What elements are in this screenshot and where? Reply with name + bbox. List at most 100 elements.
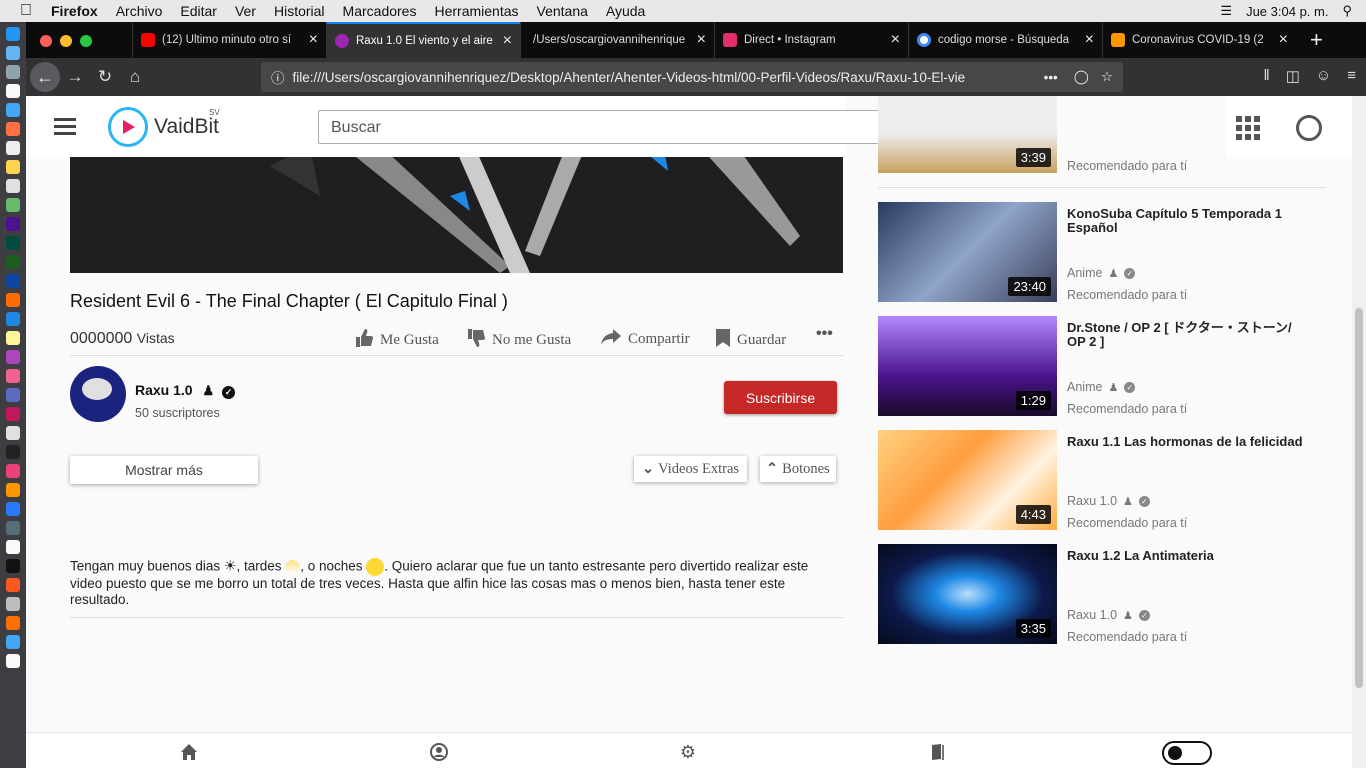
browser-tab[interactable]: (12) Último minuto otro sí × [132,22,326,58]
show-more-button[interactable]: Mostrar más [70,456,258,484]
subscribe-button[interactable]: Suscribirse [724,381,837,414]
dock-app-icon[interactable] [6,179,20,193]
zoom-window-button[interactable] [80,35,92,47]
menu-editar[interactable]: Editar [171,3,226,19]
dark-mode-toggle[interactable] [1162,741,1212,765]
channel-name[interactable]: Raxu 1.0 [1067,608,1117,622]
settings-gear-icon[interactable]: ⚙ [679,743,697,761]
browser-tab-active[interactable]: Raxu 1.0 El viento y el aire × [326,22,520,58]
forward-button[interactable]: → [60,67,90,87]
dock-app-icon[interactable] [6,540,20,554]
browser-tab[interactable]: Direct • Instagram × [714,22,908,58]
logo[interactable]: VaidBit SV [108,106,230,147]
new-tab-button[interactable]: + [1296,22,1337,58]
dock-app-icon[interactable] [6,312,20,326]
dock-app-icon[interactable] [6,84,20,98]
recommendation-item[interactable]: 3:35 Raxu 1.2 La Antimateria Raxu 1.0 ♟ … [878,544,1326,644]
dock-app-icon[interactable] [6,255,20,269]
library-icon[interactable]: ‖ [1264,67,1270,85]
home-icon[interactable] [180,743,198,761]
close-window-button[interactable] [40,35,52,47]
dock-app-icon[interactable] [6,407,20,421]
dock-app-icon[interactable] [6,388,20,402]
info-icon[interactable]: ⓘ [271,67,285,87]
video-title[interactable]: Raxu 1.2 La Antimateria [1067,549,1307,563]
recommendation-item[interactable]: 4:43 Raxu 1.1 Las hormonas de la felicid… [878,430,1326,530]
library-book-icon[interactable] [929,743,947,761]
dock-app-icon[interactable] [6,635,20,649]
browser-tab[interactable]: Coronavirus COVID-19 (2 × [1102,22,1296,58]
apps-grid-icon[interactable] [1236,116,1260,140]
dock-app-icon[interactable] [6,274,20,288]
apple-menu-icon[interactable]:  [0,2,42,20]
profile-icon[interactable] [430,743,448,761]
dock-app-icon[interactable] [6,559,20,573]
video-thumbnail[interactable]: 1:29 [878,316,1057,416]
menu-archivo[interactable]: Archivo [107,3,172,19]
dock-app-icon[interactable] [6,331,20,345]
channel-name[interactable]: Raxu 1.0 [135,382,193,398]
dock-app-icon[interactable] [6,198,20,212]
dock-app-icon[interactable] [6,293,20,307]
menu-ver[interactable]: Ver [226,3,265,19]
hamburger-menu-icon[interactable] [54,114,76,139]
menu-ventana[interactable]: Ventana [528,3,597,19]
video-title[interactable]: Dr.Stone / OP 2 [ ドクター・ストーン/ OP 2 ] [1067,321,1307,349]
dock-app-icon[interactable] [6,464,20,478]
url-bar[interactable]: ⓘ file:///Users/oscargiovannihenriquez/D… [261,62,1123,92]
dock-app-icon[interactable] [6,141,20,155]
dock-app-icon[interactable] [6,46,20,60]
home-button[interactable]: ⌂ [120,67,150,87]
video-title[interactable]: KonoSuba Capítulo 5 Temporada 1 Español [1067,207,1307,235]
close-tab-icon[interactable]: × [891,31,900,49]
video-thumbnail[interactable]: 3:39 [878,96,1057,173]
dock-app-icon[interactable] [6,103,20,117]
dock-app-icon[interactable] [6,502,20,516]
videos-extras-button[interactable]: ⌄ Videos Extras [634,456,748,482]
hamburger-menu-icon[interactable]: ≡ [1347,67,1356,85]
recommendation-item[interactable]: 23:40 KonoSuba Capítulo 5 Temporada 1 Es… [878,202,1326,302]
dock-app-icon[interactable] [6,217,20,231]
close-tab-icon[interactable]: × [1085,31,1094,49]
wifi-icon[interactable]: ☰ [1220,3,1232,19]
browser-tab[interactable]: codigo morse - Búsqueda × [908,22,1102,58]
browser-tab[interactable]: /Users/oscargiovannihenrique × [520,22,714,58]
dock-app-icon[interactable] [6,369,20,383]
dock-app-icon[interactable] [6,597,20,611]
dock-app-icon[interactable] [6,578,20,592]
app-menu[interactable]: Firefox [42,3,107,19]
minimize-window-button[interactable] [60,35,72,47]
clock[interactable]: Jue 3:04 p. m. [1246,4,1328,19]
dock-app-icon[interactable] [6,350,20,364]
user-account-icon[interactable] [1296,115,1322,141]
channel-name[interactable]: Anime [1067,380,1102,394]
save-button[interactable]: Guardar [715,328,786,353]
share-button[interactable]: Compartir [600,328,690,351]
scrollbar-thumb[interactable] [1355,308,1363,688]
video-thumbnail[interactable]: 3:35 [878,544,1057,644]
page-actions-icon[interactable]: ••• [1036,70,1066,85]
dock-app-icon[interactable] [6,483,20,497]
dislike-button[interactable]: No me Gusta [466,328,571,353]
account-icon[interactable]: ☺ [1316,67,1331,85]
menu-herramientas[interactable]: Herramientas [425,3,527,19]
dock-app-icon[interactable] [6,236,20,250]
menu-historial[interactable]: Historial [265,3,334,19]
channel-name[interactable]: Raxu 1.0 [1067,494,1117,508]
page-scrollbar[interactable] [1352,96,1366,768]
bookmark-star-icon[interactable]: ☆ [1097,69,1123,85]
dock-app-icon[interactable] [6,616,20,630]
dock-app-icon[interactable] [6,426,20,440]
channel-name[interactable]: Anime [1067,266,1102,280]
recommendation-item[interactable]: 1:29 Dr.Stone / OP 2 [ ドクター・ストーン/ OP 2 ]… [878,316,1326,416]
menu-ayuda[interactable]: Ayuda [597,3,654,19]
more-options-button[interactable]: ••• [816,325,833,343]
video-thumbnail[interactable]: 4:43 [878,430,1057,530]
search-icon[interactable]: ⚲ [1342,3,1352,19]
close-tab-icon[interactable]: × [1279,31,1288,49]
sidebar-icon[interactable]: ◫ [1286,67,1300,85]
dock-app-icon[interactable] [6,654,20,668]
video-thumbnail[interactable]: 23:40 [878,202,1057,302]
channel-avatar[interactable] [70,366,126,422]
menu-marcadores[interactable]: Marcadores [334,3,426,19]
